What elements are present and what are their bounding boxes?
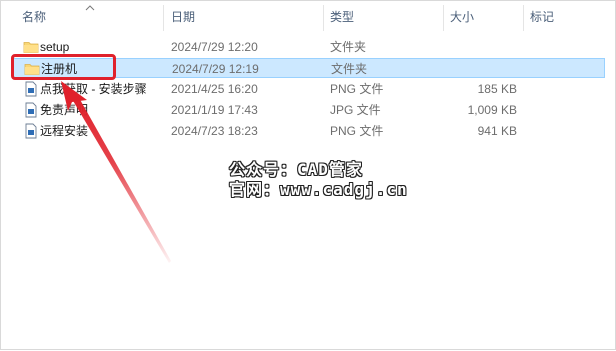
file-list-window: 名称 日期 类型 大小 标记 setup 2024/7/29 12:20 文件夹… (0, 0, 616, 350)
annotation-highlight-box (11, 54, 116, 80)
column-header-bar: 名称 日期 类型 大小 标记 (1, 1, 616, 33)
image-file-icon (25, 81, 37, 97)
file-row[interactable]: 点我获取 - 安装步骤 2021/4/25 16:20 PNG 文件 185 K… (13, 79, 605, 99)
column-divider[interactable] (523, 5, 524, 31)
file-date: 2021/1/19 17:43 (171, 103, 258, 117)
image-file-icon (25, 102, 37, 118)
file-size: 185 KB (477, 82, 517, 96)
file-type: JPG 文件 (330, 103, 381, 117)
file-name: 免责声明 (40, 103, 89, 117)
file-type: 文件夹 (330, 40, 367, 54)
file-date: 2024/7/23 18:23 (171, 124, 258, 138)
file-type: 文件夹 (331, 62, 368, 76)
file-name: 点我获取 - 安装步骤 (40, 82, 147, 96)
folder-icon (23, 42, 39, 53)
column-divider[interactable] (163, 5, 164, 31)
file-date: 2021/4/25 16:20 (171, 82, 258, 96)
column-header-tag[interactable]: 标记 (530, 1, 554, 33)
file-type: PNG 文件 (330, 124, 384, 138)
file-name: 远程安装 (40, 124, 89, 138)
file-date: 2024/7/29 12:19 (172, 62, 259, 76)
watermark-line-2: 官网：www.cadgj.cn (229, 180, 408, 199)
file-size: 1,009 KB (467, 103, 517, 117)
file-size: 941 KB (477, 124, 517, 138)
file-row[interactable]: 远程安装 2024/7/23 18:23 PNG 文件 941 KB (13, 121, 605, 141)
column-header-type[interactable]: 类型 (330, 1, 354, 33)
column-divider[interactable] (323, 5, 324, 31)
file-size (436, 59, 518, 79)
column-header-date[interactable]: 日期 (171, 1, 195, 33)
image-file-icon (25, 123, 37, 139)
sort-ascending-icon (85, 5, 95, 11)
file-size (435, 37, 517, 57)
file-type: PNG 文件 (330, 82, 384, 96)
column-header-name[interactable]: 名称 (22, 1, 46, 33)
file-row[interactable]: 免责声明 2021/1/19 17:43 JPG 文件 1,009 KB (13, 100, 605, 120)
column-header-size[interactable]: 大小 (450, 1, 474, 33)
file-date: 2024/7/29 12:20 (171, 40, 258, 54)
column-divider[interactable] (443, 5, 444, 31)
